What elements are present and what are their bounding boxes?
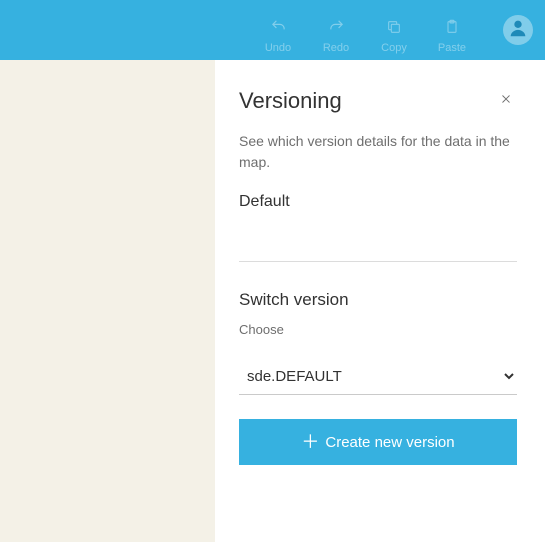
undo-label: Undo bbox=[265, 42, 291, 54]
redo-label: Redo bbox=[323, 42, 349, 54]
close-icon bbox=[499, 93, 513, 110]
undo-button[interactable]: Undo bbox=[249, 7, 307, 54]
plus-icon: ＋ bbox=[301, 433, 319, 451]
panel-title: Versioning bbox=[239, 88, 342, 114]
user-avatar[interactable] bbox=[503, 15, 533, 45]
panel-header: Versioning bbox=[239, 88, 517, 115]
paste-button[interactable]: Paste bbox=[423, 7, 481, 54]
redo-button[interactable]: Redo bbox=[307, 7, 365, 54]
top-toolbar: Undo Redo Copy Paste bbox=[0, 0, 545, 60]
switch-version-title: Switch version bbox=[239, 290, 517, 310]
choose-label: Choose bbox=[239, 322, 517, 337]
map-canvas[interactable] bbox=[0, 60, 215, 542]
paste-icon bbox=[444, 17, 460, 37]
versioning-panel: Versioning See which version details for… bbox=[215, 60, 545, 542]
undo-icon bbox=[270, 17, 287, 37]
toolbar-actions: Undo Redo Copy Paste bbox=[249, 7, 481, 54]
paste-label: Paste bbox=[438, 42, 466, 54]
main-area: Versioning See which version details for… bbox=[0, 60, 545, 542]
close-button[interactable] bbox=[495, 88, 517, 115]
copy-icon bbox=[386, 17, 402, 37]
user-icon bbox=[507, 17, 529, 44]
copy-button[interactable]: Copy bbox=[365, 7, 423, 54]
redo-icon bbox=[328, 17, 345, 37]
copy-label: Copy bbox=[381, 42, 407, 54]
create-new-version-button[interactable]: ＋ Create new version bbox=[239, 419, 517, 465]
section-divider bbox=[239, 261, 517, 262]
current-version-label: Default bbox=[239, 193, 517, 211]
panel-description: See which version details for the data i… bbox=[239, 131, 517, 173]
version-select[interactable]: sde.DEFAULT bbox=[239, 357, 517, 395]
create-button-label: Create new version bbox=[325, 434, 454, 451]
